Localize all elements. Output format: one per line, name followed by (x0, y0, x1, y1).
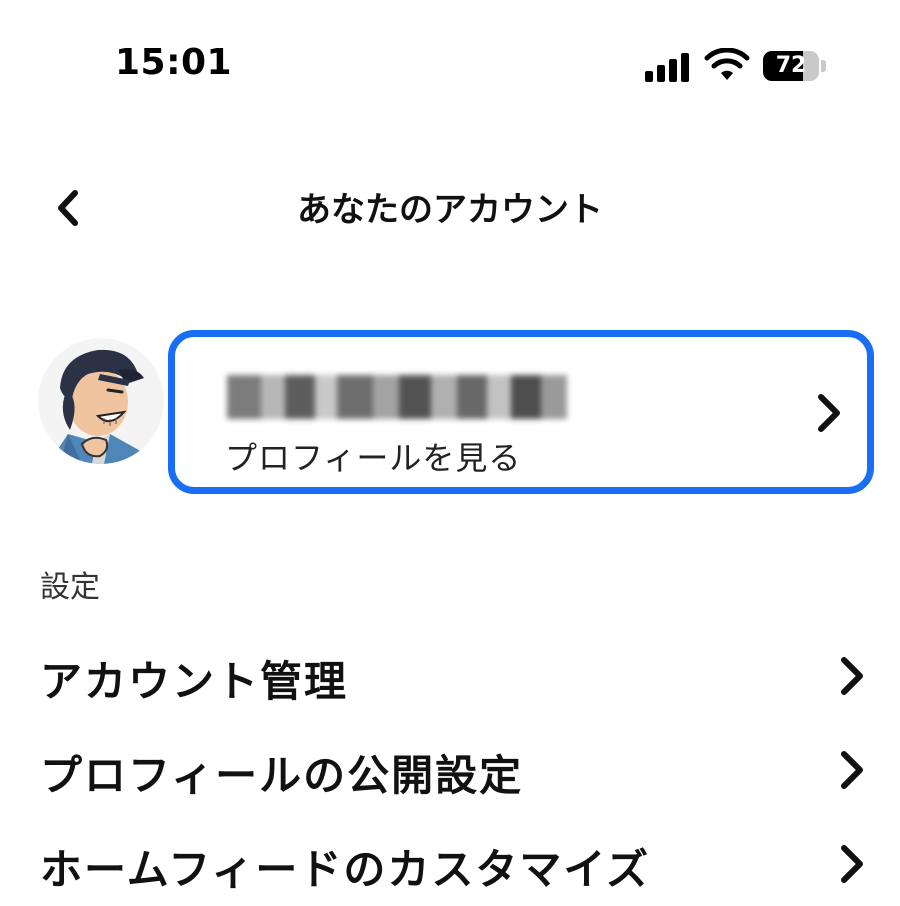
status-bar: 15:01 72 (0, 0, 900, 130)
menu-item-label: アカウント管理 (40, 657, 349, 706)
status-time: 15:01 (115, 42, 233, 83)
battery-cap (821, 60, 826, 72)
nav-header: あなたのアカウント (0, 160, 900, 250)
settings-section-label: 設定 (40, 570, 100, 605)
avatar-illustration (38, 338, 164, 464)
profile-row: プロフィールを見る (0, 320, 900, 510)
chevron-right-icon (841, 751, 863, 789)
menu-item-account-management[interactable]: アカウント管理 (0, 628, 900, 718)
page-title: あなたのアカウント (297, 190, 603, 230)
avatar[interactable] (38, 338, 164, 464)
cellular-signal-icon (645, 52, 691, 82)
menu-item-home-feed-customize[interactable]: ホームフィードのカスタマイズ (0, 816, 900, 906)
view-profile-label: プロフィールを見る (225, 439, 522, 477)
menu-item-label: ホームフィードのカスタマイズ (40, 845, 651, 894)
menu-item-profile-visibility[interactable]: プロフィールの公開設定 (0, 722, 900, 812)
username-redacted (227, 375, 567, 419)
view-profile-card[interactable]: プロフィールを見る (168, 330, 874, 494)
chevron-right-icon (818, 394, 840, 432)
chevron-right-icon (841, 657, 863, 695)
battery-percent: 72 (775, 53, 807, 78)
wifi-icon (704, 48, 750, 80)
battery-icon: 72 (763, 51, 819, 81)
chevron-right-icon (841, 845, 863, 883)
menu-item-label: プロフィールの公開設定 (40, 751, 524, 800)
